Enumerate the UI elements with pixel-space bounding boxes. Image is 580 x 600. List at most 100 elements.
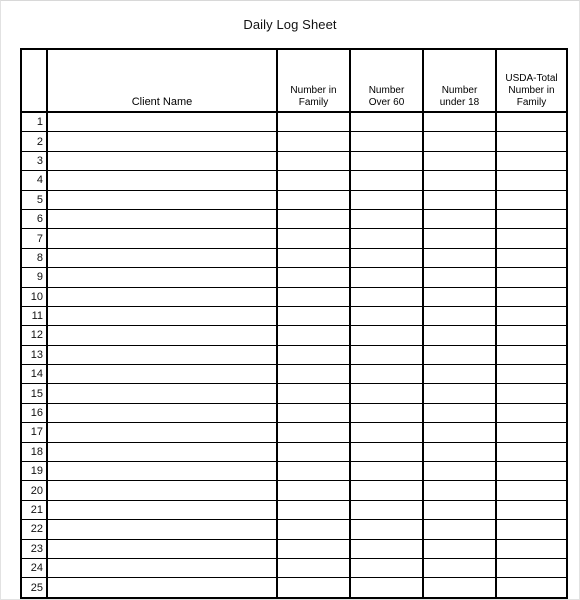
- cell-number_in_family[interactable]: [277, 306, 351, 327]
- cell-number_over_60[interactable]: [350, 403, 424, 424]
- cell-number_in_family[interactable]: [277, 422, 351, 443]
- cell-number_in_family[interactable]: [277, 403, 351, 424]
- cell-number_under_18[interactable]: [423, 519, 497, 540]
- cell-number_in_family[interactable]: [277, 345, 351, 366]
- cell-number_under_18[interactable]: [423, 442, 497, 463]
- cell-client_name[interactable]: [47, 345, 278, 366]
- cell-number_under_18[interactable]: [423, 306, 497, 327]
- cell-number_under_18[interactable]: [423, 287, 497, 307]
- cell-usda_total_number_in_family[interactable]: [496, 267, 567, 288]
- cell-client_name[interactable]: [47, 519, 278, 540]
- cell-number_over_60[interactable]: [350, 442, 424, 463]
- cell-client_name[interactable]: [47, 151, 278, 172]
- cell-client_name[interactable]: [47, 267, 278, 288]
- cell-number_in_family[interactable]: [277, 267, 351, 288]
- table-row[interactable]: 9: [21, 267, 567, 288]
- cell-number_under_18[interactable]: [423, 325, 497, 346]
- cell-number_over_60[interactable]: [350, 209, 424, 230]
- cell-number_over_60[interactable]: [350, 228, 424, 249]
- cell-number_under_18[interactable]: [423, 248, 497, 269]
- cell-client_name[interactable]: [47, 170, 278, 191]
- cell-usda_total_number_in_family[interactable]: [496, 345, 567, 366]
- table-row[interactable]: 22: [21, 519, 567, 540]
- cell-client_name[interactable]: [47, 577, 278, 598]
- cell-number_under_18[interactable]: [423, 267, 497, 288]
- cell-number_over_60[interactable]: [350, 577, 424, 598]
- table-row[interactable]: 13: [21, 345, 567, 366]
- table-row[interactable]: 25: [21, 577, 567, 598]
- cell-number_over_60[interactable]: [350, 422, 424, 443]
- table-row[interactable]: 17: [21, 422, 567, 443]
- cell-usda_total_number_in_family[interactable]: [496, 209, 567, 230]
- cell-number_in_family[interactable]: [277, 131, 351, 152]
- cell-usda_total_number_in_family[interactable]: [496, 422, 567, 443]
- cell-client_name[interactable]: [47, 325, 278, 346]
- cell-number_over_60[interactable]: [350, 364, 424, 385]
- table-row[interactable]: 21: [21, 500, 567, 521]
- cell-usda_total_number_in_family[interactable]: [496, 500, 567, 521]
- cell-number_under_18[interactable]: [423, 558, 497, 579]
- cell-client_name[interactable]: [47, 306, 278, 327]
- table-row[interactable]: 1: [21, 112, 567, 133]
- cell-client_name[interactable]: [47, 403, 278, 424]
- table-row[interactable]: 11: [21, 306, 567, 327]
- cell-number_under_18[interactable]: [423, 422, 497, 443]
- cell-number_in_family[interactable]: [277, 558, 351, 579]
- cell-number_in_family[interactable]: [277, 364, 351, 385]
- table-row[interactable]: 18: [21, 442, 567, 463]
- cell-number_over_60[interactable]: [350, 112, 424, 133]
- cell-number_in_family[interactable]: [277, 577, 351, 598]
- cell-number_over_60[interactable]: [350, 287, 424, 307]
- cell-number_over_60[interactable]: [350, 480, 424, 501]
- cell-number_in_family[interactable]: [277, 190, 351, 210]
- cell-client_name[interactable]: [47, 461, 278, 482]
- cell-client_name[interactable]: [47, 480, 278, 501]
- table-row[interactable]: 14: [21, 364, 567, 385]
- cell-usda_total_number_in_family[interactable]: [496, 325, 567, 346]
- cell-number_under_18[interactable]: [423, 383, 497, 404]
- cell-number_in_family[interactable]: [277, 228, 351, 249]
- cell-usda_total_number_in_family[interactable]: [496, 190, 567, 210]
- cell-usda_total_number_in_family[interactable]: [496, 131, 567, 152]
- cell-number_under_18[interactable]: [423, 228, 497, 249]
- cell-number_in_family[interactable]: [277, 209, 351, 230]
- cell-number_over_60[interactable]: [350, 131, 424, 152]
- cell-number_in_family[interactable]: [277, 383, 351, 404]
- cell-number_over_60[interactable]: [350, 519, 424, 540]
- cell-number_in_family[interactable]: [277, 442, 351, 463]
- cell-number_under_18[interactable]: [423, 539, 497, 559]
- table-row[interactable]: 16: [21, 403, 567, 424]
- table-row[interactable]: 12: [21, 325, 567, 346]
- cell-usda_total_number_in_family[interactable]: [496, 539, 567, 559]
- cell-usda_total_number_in_family[interactable]: [496, 248, 567, 269]
- cell-client_name[interactable]: [47, 422, 278, 443]
- table-row[interactable]: 6: [21, 209, 567, 230]
- cell-number_under_18[interactable]: [423, 209, 497, 230]
- table-row[interactable]: 19: [21, 461, 567, 482]
- cell-client_name[interactable]: [47, 500, 278, 521]
- cell-usda_total_number_in_family[interactable]: [496, 170, 567, 191]
- cell-usda_total_number_in_family[interactable]: [496, 480, 567, 501]
- cell-usda_total_number_in_family[interactable]: [496, 228, 567, 249]
- cell-client_name[interactable]: [47, 248, 278, 269]
- cell-client_name[interactable]: [47, 112, 278, 133]
- cell-number_in_family[interactable]: [277, 500, 351, 521]
- cell-client_name[interactable]: [47, 539, 278, 559]
- cell-client_name[interactable]: [47, 383, 278, 404]
- cell-number_over_60[interactable]: [350, 539, 424, 559]
- cell-number_under_18[interactable]: [423, 112, 497, 133]
- cell-usda_total_number_in_family[interactable]: [496, 558, 567, 579]
- cell-number_under_18[interactable]: [423, 170, 497, 191]
- table-row[interactable]: 10: [21, 287, 567, 307]
- table-row[interactable]: 4: [21, 170, 567, 191]
- cell-client_name[interactable]: [47, 558, 278, 579]
- cell-number_under_18[interactable]: [423, 577, 497, 598]
- cell-number_under_18[interactable]: [423, 461, 497, 482]
- cell-number_under_18[interactable]: [423, 151, 497, 172]
- table-row[interactable]: 3: [21, 151, 567, 172]
- cell-number_under_18[interactable]: [423, 131, 497, 152]
- cell-usda_total_number_in_family[interactable]: [496, 383, 567, 404]
- cell-client_name[interactable]: [47, 287, 278, 307]
- cell-client_name[interactable]: [47, 131, 278, 152]
- table-row[interactable]: 7: [21, 228, 567, 249]
